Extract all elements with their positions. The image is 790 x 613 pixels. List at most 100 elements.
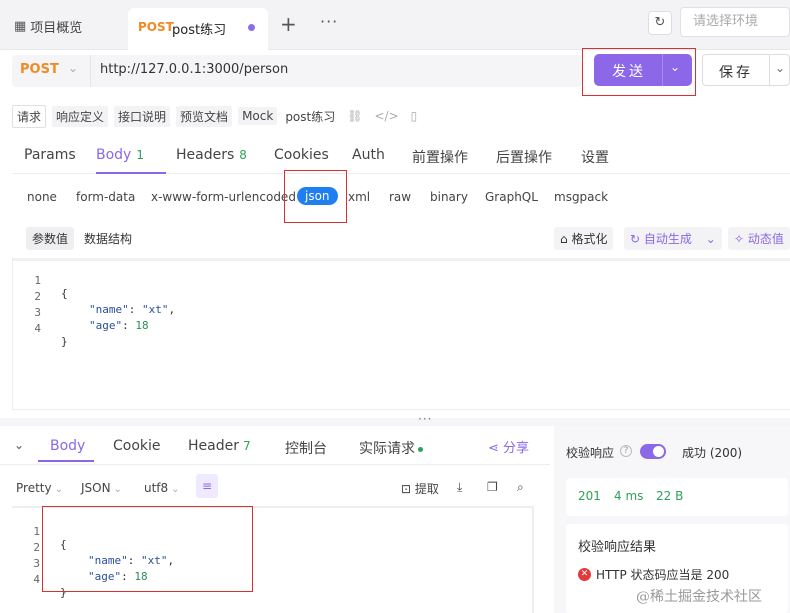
link-icon[interactable]: ⛓ [347, 109, 362, 123]
tab-params-label: Params [24, 147, 76, 163]
seg-param-values[interactable]: 参数值 [26, 227, 75, 250]
resp-tab-console[interactable]: 控制台 [285, 438, 327, 458]
tab-params[interactable]: Params [24, 147, 76, 163]
request-body-editor[interactable]: 1 { 2 "name": "xt", 3 "age": 18 4 } [12, 258, 790, 410]
toggle-knob [653, 446, 664, 457]
send-button[interactable]: 发送 ⌄ [594, 54, 692, 86]
tab-pre-processors[interactable]: 前置操作 [412, 147, 468, 167]
share-label: 分享 [503, 441, 530, 456]
doc-tab-description[interactable]: 接口说明 [114, 105, 171, 127]
doc-tabs: 请求 响应定义 接口说明 预览文档 Mock post练习 ⛓ </> ▯ [12, 104, 417, 128]
method-select[interactable]: POST [20, 62, 59, 77]
tab-project-overview-label: 项目概览 [30, 21, 83, 36]
save-chevron-down-icon[interactable]: ⌄ [775, 61, 785, 75]
share-button[interactable]: ⋖ 分享 [488, 437, 529, 456]
environment-select[interactable]: 请选择环境 [680, 7, 790, 37]
resp-tab-actual-request[interactable]: 实际请求 [359, 438, 423, 458]
doc-tab-mock[interactable]: Mock [238, 107, 278, 125]
status-code[interactable]: 201 [578, 489, 601, 503]
code-line: 1 { [13, 261, 67, 300]
more-tabs-ellipsis-icon[interactable]: ··· [320, 12, 338, 31]
extract-icon: ⊡ [401, 482, 412, 496]
tab-request-name: post练习 [172, 23, 227, 38]
tab-cookies[interactable]: Cookies [274, 147, 329, 163]
doc-tab-response-def[interactable]: 响应定义 [52, 105, 109, 127]
download-icon[interactable]: ⤓ [457, 480, 462, 495]
body-type-raw[interactable]: raw [389, 190, 411, 204]
json-value: 18 [135, 319, 149, 332]
auto-generate-button[interactable]: ↻ 自动生成 ⌄ [624, 227, 722, 250]
chevron-down-icon: ⌄ [54, 484, 63, 495]
chevron-down-icon[interactable]: ⌄ [68, 61, 78, 75]
drag-handle-icon[interactable]: ··· [418, 412, 432, 426]
code-line: 2 "name": "xt", [13, 277, 175, 316]
resp-tab-cookie[interactable]: Cookie [113, 438, 161, 454]
validation-error-text: HTTP 状态码应当是 200 [596, 568, 730, 582]
body-type-none[interactable]: none [27, 190, 57, 204]
extract-button[interactable]: ⊡ 提取 [401, 480, 439, 497]
type-select-label: JSON [81, 481, 111, 495]
collapse-chevron-icon[interactable]: ⌄ [14, 438, 24, 452]
save-button-divider [769, 55, 770, 85]
body-type-xml[interactable]: xml [348, 190, 370, 204]
doc-tab-preview[interactable]: 预览文档 [176, 105, 233, 127]
save-button[interactable]: 保存 ⌄ [702, 54, 790, 86]
resp-tab-header-label: Header [188, 438, 239, 454]
body-type-graphql[interactable]: GraphQL [485, 190, 538, 204]
extract-label: 提取 [414, 482, 439, 496]
new-tab-plus-icon[interactable]: + [280, 12, 297, 36]
json-comma: , [168, 303, 176, 316]
validate-toggle[interactable] [640, 444, 666, 459]
env-refresh-icon[interactable]: ↻ [648, 11, 672, 35]
tab-auth[interactable]: Auth [352, 147, 385, 163]
share-icon: ⋖ [488, 441, 499, 456]
pretty-select[interactable]: Pretty ⌄ [16, 481, 63, 495]
code-icon[interactable]: </> [374, 109, 398, 123]
dynamic-value-button[interactable]: ✧ 动态值 [728, 227, 790, 250]
doc-tab-request[interactable]: 请求 [12, 104, 47, 128]
code-text: { [61, 287, 68, 300]
tab-headers-label: Headers [176, 147, 235, 163]
copy-icon[interactable]: ❐ [487, 480, 498, 494]
tab-post-practice[interactable]: POST post练习 [128, 8, 268, 50]
panel-splitter[interactable]: ··· [0, 412, 790, 426]
tab-post-processors[interactable]: 后置操作 [496, 147, 552, 167]
response-time[interactable]: 4 ms [614, 489, 643, 503]
resp-tab-header[interactable]: Header 7 [188, 438, 251, 454]
resp-tab-actual-label: 实际请求 [359, 441, 415, 457]
format-button[interactable]: ⌂ 格式化 [554, 227, 614, 250]
type-select[interactable]: JSON ⌄ [81, 481, 122, 495]
send-chevron-down-icon[interactable]: ⌄ [670, 60, 680, 74]
help-icon[interactable]: ? [620, 445, 632, 457]
body-type-binary[interactable]: binary [430, 190, 468, 204]
body-type-urlencoded[interactable]: x-www-form-urlencoded [151, 190, 296, 204]
code-text: "name": "xt", [89, 303, 175, 316]
response-size[interactable]: 22 B [656, 489, 683, 503]
send-button-label: 发送 [612, 64, 646, 80]
encoding-select[interactable]: utf8 ⌄ [144, 481, 180, 495]
panel-icon[interactable]: ▯ [411, 109, 418, 123]
url-input[interactable]: http://127.0.0.1:3000/person [100, 62, 288, 77]
search-icon[interactable]: ⌕ [517, 480, 524, 495]
resp-tab-header-count: 7 [242, 439, 251, 453]
tab-headers[interactable]: Headers 8 [176, 147, 247, 163]
body-type-selector: none form-data x-www-form-urlencoded jso… [0, 176, 790, 216]
tab-cookies-label: Cookies [274, 147, 329, 163]
tab-settings[interactable]: 设置 [581, 147, 609, 167]
json-value: "xt" [142, 303, 169, 316]
seg-data-schema[interactable]: 数据结构 [78, 227, 138, 250]
line-number: 4 [34, 322, 41, 335]
line-number: 4 [33, 573, 40, 586]
error-x-icon: ✕ [578, 568, 591, 581]
expected-status[interactable]: 成功 (200) [682, 444, 742, 461]
resp-tab-body[interactable]: Body [50, 438, 85, 454]
body-type-msgpack[interactable]: msgpack [554, 190, 608, 204]
wrap-lines-icon[interactable]: ≡ [196, 474, 218, 498]
tab-body[interactable]: Body 1 [96, 147, 144, 163]
resp-tab-cookie-label: Cookie [113, 438, 161, 454]
resp-tab-underline [38, 460, 94, 462]
body-type-form-data[interactable]: form-data [76, 190, 135, 204]
tab-project-overview[interactable]: ▦ 项目概览 [14, 17, 82, 36]
dynamic-value-label: 动态值 [747, 232, 784, 246]
request-title[interactable]: post练习 [285, 108, 335, 125]
